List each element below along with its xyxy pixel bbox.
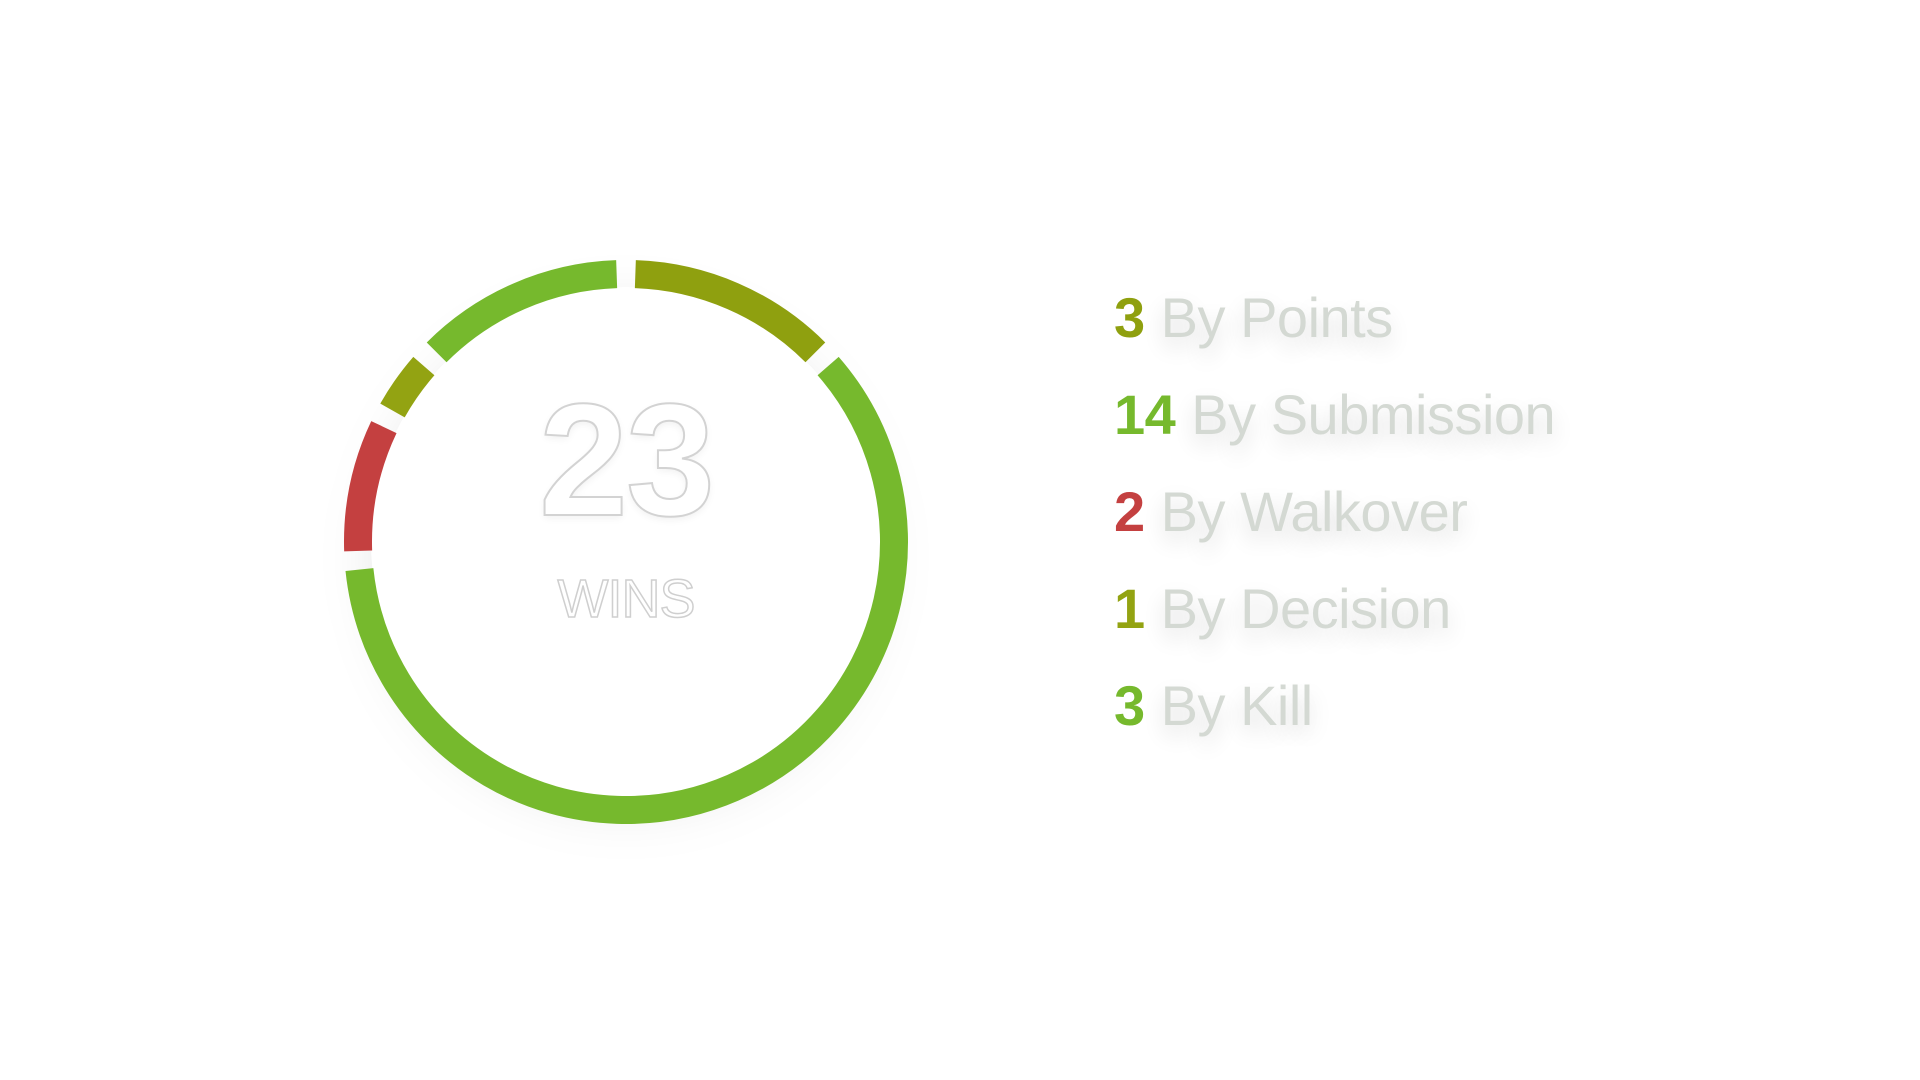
- win-breakdown-widget: 23 WINS 3 By Points 14 By Submission 2 B…: [0, 0, 1920, 1080]
- legend-label: By Points: [1160, 286, 1394, 349]
- donut-chart: 23 WINS: [311, 227, 941, 857]
- chart-legend: 3 By Points 14 By Submission 2 By Walkov…: [1114, 290, 1556, 775]
- legend-label: By Walkover: [1160, 480, 1468, 543]
- legend-value: 14: [1114, 383, 1176, 446]
- legend-item-by-walkover: 2 By Walkover: [1114, 484, 1555, 581]
- legend-value: 3: [1114, 674, 1145, 737]
- legend-value: 3: [1114, 286, 1145, 349]
- total-wins-value: 23: [538, 370, 716, 549]
- legend-value: 1: [1114, 577, 1145, 640]
- legend-value: 2: [1114, 480, 1145, 543]
- legend-item-by-kill: 3 By Kill: [1114, 678, 1555, 775]
- total-wins-label: WINS: [557, 569, 697, 629]
- legend-label: By Decision: [1160, 577, 1452, 640]
- legend-item-by-points: 3 By Points: [1114, 290, 1555, 387]
- legend-label: By Submission: [1191, 383, 1556, 446]
- legend-item-by-decision: 1 By Decision: [1114, 581, 1555, 678]
- legend-label: By Kill: [1160, 674, 1314, 737]
- legend-item-by-submission: 14 By Submission: [1114, 383, 1556, 484]
